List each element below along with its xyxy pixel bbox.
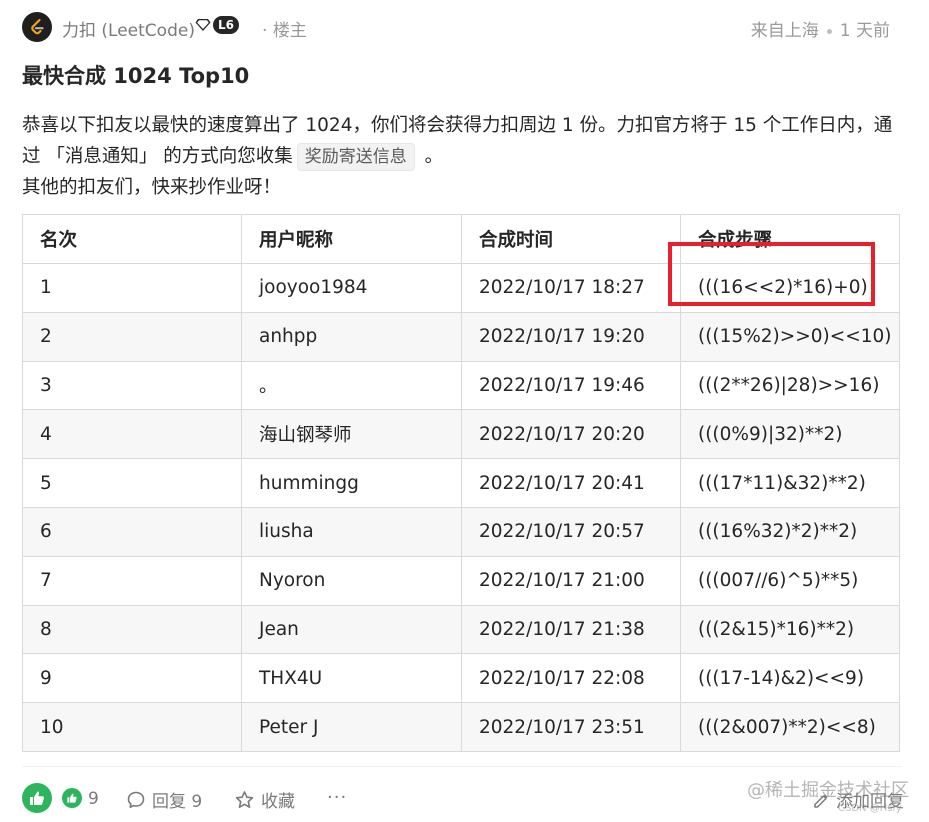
cell-time: 2022/10/17 21:00 (461, 555, 681, 606)
table-row: 7 Nyoron 2022/10/17 21:00 (((007//6)^5)*… (22, 555, 900, 606)
thumbs-up-small-icon (67, 793, 77, 803)
more-options-button[interactable]: ··· (327, 787, 347, 808)
cell-nickname: THX4U (241, 653, 462, 704)
cell-rank: 3 (22, 360, 242, 411)
cell-nickname: Nyoron (241, 555, 462, 606)
table-row: 4 海山钢琴师 2022/10/17 20:20 (((0%9)|32)**2) (22, 409, 900, 460)
leetcode-avatar[interactable] (22, 12, 52, 42)
post-body: 恭喜以下扣友以最快的速度算出了 1024，你们将会获得力扣周边 1 份。力扣官方… (22, 110, 902, 203)
favorite-button[interactable]: 收藏 (234, 787, 295, 812)
cell-rank: 2 (22, 311, 242, 362)
post-header: 力扣 (LeetCode) L6 · 楼主 来自上海 1 天前 (22, 10, 890, 44)
level-badge: L6 (195, 16, 239, 34)
table-row: 1 jooyoo1984 2022/10/17 18:27 (((16<<2)*… (22, 263, 900, 313)
author-name[interactable]: 力扣 (LeetCode) (62, 16, 195, 41)
favorite-label: 收藏 (261, 792, 295, 812)
body-text-line2: 其他的扣友们，快来抄作业呀！ (22, 177, 282, 198)
cell-time: 2022/10/17 18:27 (461, 263, 681, 313)
post-location: 来自上海 (750, 21, 819, 41)
cell-time: 2022/10/17 20:41 (461, 458, 681, 508)
table-row: 8 Jean 2022/10/17 21:38 (((2&15)*16)**2) (22, 604, 900, 655)
cell-rank: 8 (22, 604, 242, 655)
cell-steps: (((16<<2)*16)+0) (680, 263, 900, 313)
cell-time: 2022/10/17 23:51 (461, 702, 681, 752)
star-icon (235, 790, 254, 808)
like-count: 9 (88, 789, 99, 809)
meta-dot (826, 28, 832, 34)
cell-rank: 1 (22, 263, 242, 313)
cell-steps: (((16%32)*2)**2) (680, 506, 900, 557)
level-text: L6 (213, 16, 239, 34)
cell-steps: (((2&007)**2)<<8) (680, 702, 900, 752)
table-row: 10 Peter J 2022/10/17 23:51 (((2&007)**2… (22, 702, 900, 752)
table-row: 5 hummingg 2022/10/17 20:41 (((17*11)&32… (22, 458, 900, 508)
table-row: 6 liusha 2022/10/17 20:57 (((16%32)*2)**… (22, 506, 900, 557)
cell-time: 2022/10/17 19:46 (461, 360, 681, 411)
header-nickname: 用户昵称 (241, 214, 462, 264)
owner-tag: · 楼主 (262, 16, 307, 41)
post-time: 1 天前 (839, 21, 890, 41)
cell-time: 2022/10/17 21:38 (461, 604, 681, 655)
cell-nickname: hummingg (241, 458, 462, 508)
table-header-row: 名次 用户昵称 合成时间 合成步骤 (22, 214, 900, 264)
cell-steps: (((0%9)|32)**2) (680, 409, 900, 460)
like-button[interactable] (22, 783, 52, 813)
post-meta: 来自上海 1 天前 (751, 16, 890, 41)
cell-time: 2022/10/17 22:08 (461, 653, 681, 704)
cell-steps: (((2&15)*16)**2) (680, 604, 900, 655)
table-row: 3 。 2022/10/17 19:46 (((2**26)|28)>>16) (22, 360, 900, 411)
cell-time: 2022/10/17 20:20 (461, 409, 681, 460)
reply-label: 回复 9 (152, 792, 203, 812)
cell-nickname: liusha (241, 506, 462, 557)
table-row: 9 THX4U 2022/10/17 22:08 (((17-14)&2)<<9… (22, 653, 900, 704)
owner-separator: · (262, 21, 268, 41)
cell-nickname: 海山钢琴师 (241, 409, 462, 460)
cell-steps: (((007//6)^5)**5) (680, 555, 900, 606)
header-time: 合成时间 (461, 214, 681, 264)
cell-time: 2022/10/17 20:57 (461, 506, 681, 557)
cell-nickname: jooyoo1984 (241, 263, 462, 313)
table-row: 2 anhpp 2022/10/17 19:20 (((15%2)>>0)<<1… (22, 311, 900, 362)
cell-rank: 10 (22, 702, 242, 752)
cell-rank: 5 (22, 458, 242, 508)
cell-steps: (((17*11)&32)**2) (680, 458, 900, 508)
cell-rank: 9 (22, 653, 242, 704)
ranking-table-wrapper: 名次 用户昵称 合成时间 合成步骤 1 jooyoo1984 2022/10/1… (22, 214, 900, 752)
ranking-table: 名次 用户昵称 合成时间 合成步骤 1 jooyoo1984 2022/10/1… (22, 214, 900, 752)
cell-rank: 4 (22, 409, 242, 460)
cell-nickname: Peter J (241, 702, 462, 752)
juejin-watermark: @稀土掘金技术社区 (747, 780, 909, 801)
reward-info-chip[interactable]: 奖励寄送信息 (296, 143, 415, 171)
header-steps: 合成步骤 (680, 214, 900, 264)
cell-steps: (((15%2)>>0)<<10) (680, 311, 900, 362)
post-title: 最快合成 1024 Top10 (22, 64, 250, 88)
csdn-watermark: CSDN @Hsfy (838, 803, 902, 814)
leetcode-logo-icon (31, 18, 44, 35)
cell-nickname: anhpp (241, 311, 462, 362)
body-text-line1: 恭喜以下扣友以最快的速度算出了 1024，你们将会获得力扣周边 1 份。力扣官方… (22, 115, 893, 167)
header-rank: 名次 (22, 214, 242, 264)
cell-rank: 7 (22, 555, 242, 606)
reaction-like-badge[interactable] (62, 788, 82, 808)
body-text-line1-end: 。 (418, 146, 444, 167)
diamond-icon (195, 19, 211, 31)
cell-time: 2022/10/17 19:20 (461, 311, 681, 362)
reply-button[interactable]: 回复 9 (126, 787, 202, 812)
comment-bubble-icon (127, 791, 145, 808)
cell-nickname: 。 (241, 360, 462, 411)
thumbs-up-icon (30, 791, 44, 805)
owner-label: 楼主 (272, 21, 307, 41)
cell-rank: 6 (22, 506, 242, 557)
cell-nickname: Jean (241, 604, 462, 655)
cell-steps: (((17-14)&2)<<9) (680, 653, 900, 704)
cell-steps: (((2**26)|28)>>16) (680, 360, 900, 411)
